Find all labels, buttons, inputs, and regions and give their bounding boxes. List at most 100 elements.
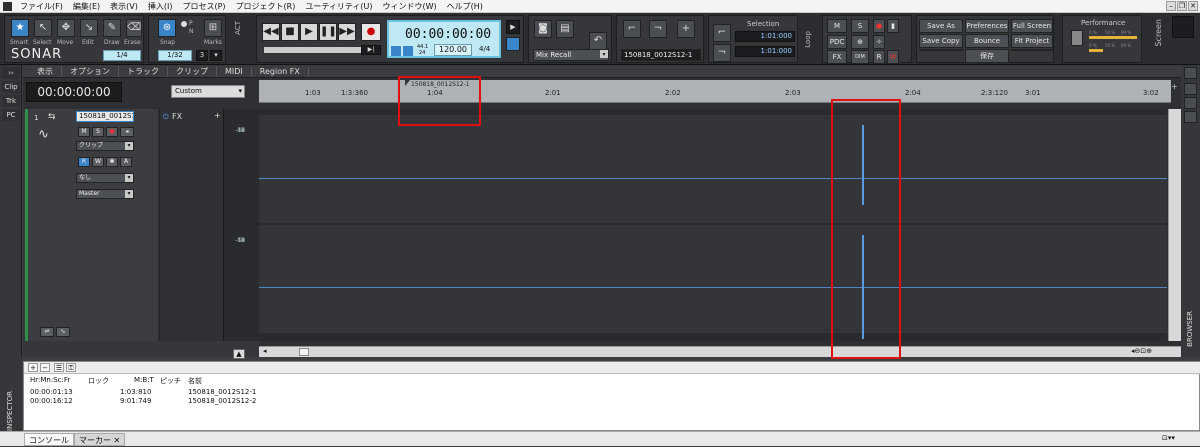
now-time-display[interactable]: 00:00:00:00 44.1 24 120.00 4/4 <box>387 20 501 58</box>
close-icon[interactable]: ✕ <box>114 436 121 445</box>
loop-mode-icon[interactable] <box>403 46 413 56</box>
solo-button[interactable]: S <box>92 127 104 137</box>
play-button[interactable]: ▶ <box>300 23 318 41</box>
menu-view[interactable]: 表示(V) <box>105 1 143 12</box>
document-icon[interactable]: ▤ <box>556 20 574 38</box>
mix-recall-select[interactable]: Mix Recall ▾ <box>533 49 609 61</box>
go-to-end-icon[interactable]: ▶| <box>361 45 381 55</box>
save-button[interactable]: 保存 <box>965 49 1009 63</box>
solo-all-button[interactable]: S <box>851 19 869 33</box>
col-name[interactable]: 名前 <box>188 376 202 386</box>
menu-project[interactable]: プロジェクト(R) <box>231 1 301 12</box>
marker-list-icon[interactable]: ☰ <box>54 363 64 372</box>
scroll-left-icon[interactable]: ◂ <box>263 347 267 355</box>
horizontal-scrollbar[interactable]: ◂ ◂⊖⊡⊕ <box>259 346 1181 357</box>
input-select[interactable]: なし ▾ <box>76 173 134 183</box>
col-pitch[interactable]: ピッチ <box>160 376 181 386</box>
folder-icon[interactable] <box>1184 83 1197 95</box>
meter-icon[interactable]: ▮ <box>887 19 899 33</box>
time-ruler[interactable]: 1:03 1:3:360 1:04 2:01 2:02 2:03 2:04 2:… <box>259 80 1171 103</box>
menu-window[interactable]: ウィンドウ(W) <box>378 1 442 12</box>
output-select[interactable]: Master ▾ <box>76 189 134 199</box>
track-tab[interactable]: Trk <box>2 95 20 107</box>
track-preset-select[interactable]: Custom ▾ <box>171 85 245 98</box>
input-echo-icon[interactable]: ◂ <box>120 127 134 137</box>
col-mbt[interactable]: M:B:T <box>134 376 154 384</box>
screenset-icon[interactable] <box>1172 16 1194 38</box>
marks-icon[interactable]: ⊞ <box>204 19 222 37</box>
automation-icon[interactable]: ✧ <box>873 35 885 49</box>
record-button[interactable]: ● <box>361 23 381 41</box>
transport-toggle-icon[interactable] <box>506 37 520 51</box>
menu-file[interactable]: ファイル(F) <box>15 1 68 12</box>
preferences-button[interactable]: Preferences <box>965 19 1009 33</box>
restore-button[interactable]: ❐ <box>1177 1 1187 11</box>
fast-forward-button[interactable]: ▶▶ <box>338 23 356 41</box>
tool-resolution-field[interactable]: 1/4 <box>103 50 141 61</box>
fx-bin[interactable]: ⏻ FX + <box>159 109 223 341</box>
menu-insert[interactable]: 挿入(I) <box>143 1 178 12</box>
tab-markers[interactable]: マーカー ✕ <box>74 433 126 446</box>
browser-collapse-icon[interactable] <box>1184 67 1197 79</box>
fx-button[interactable]: FX <box>827 50 847 64</box>
pencil-icon[interactable] <box>1184 97 1197 109</box>
mute-all-button[interactable]: M <box>827 19 847 33</box>
draw-tool-button[interactable]: ✎ <box>103 19 121 37</box>
fx-power-icon[interactable]: ⏻ <box>163 113 169 122</box>
full-screen-button[interactable]: Full Screen <box>1011 19 1053 33</box>
stop-button[interactable]: ■ <box>281 23 299 41</box>
tv-menu-region-fx[interactable]: Region FX <box>252 66 309 76</box>
tv-menu-options[interactable]: オプション <box>62 65 119 77</box>
ruler-add-icon[interactable]: + <box>1171 82 1181 102</box>
track-mode-select[interactable]: クリップ ▾ <box>76 141 134 151</box>
track-icon[interactable]: ⇆ <box>48 112 56 122</box>
export-blank-button-2[interactable] <box>1011 49 1053 51</box>
inspector-label[interactable]: INSPECTOR <box>6 391 14 431</box>
tv-menu-track[interactable]: トラック <box>119 65 168 77</box>
clips-pane[interactable] <box>259 109 1167 341</box>
zoom-icon[interactable]: ◂⊖⊡⊕ <box>1131 347 1152 355</box>
select-end-icon[interactable]: ¬ <box>713 44 731 62</box>
pdc-button[interactable]: PDC <box>827 35 847 49</box>
close-button[interactable]: ✕ <box>1188 1 1198 11</box>
erase-tool-button[interactable]: ⌫ <box>126 19 142 37</box>
archive-button[interactable]: A <box>120 157 132 167</box>
tv-menu-clip[interactable]: クリップ <box>168 65 217 77</box>
menu-edit[interactable]: 編集(E) <box>68 1 105 12</box>
transport-arrow-icon[interactable]: ▶ <box>506 20 520 34</box>
tv-menu-midi[interactable]: MIDI <box>217 66 252 76</box>
selection-start[interactable]: 1:01:000 <box>735 31 795 42</box>
menu-help[interactable]: ヘルプ(H) <box>442 1 488 12</box>
tab-console[interactable]: コンソール <box>24 433 74 446</box>
punch-icon[interactable] <box>391 46 401 56</box>
collapse-icon[interactable]: ›› <box>2 67 20 79</box>
select-tool-button[interactable]: ↖ <box>34 19 52 37</box>
tempo-field[interactable]: 120.00 <box>434 44 472 56</box>
col-lock[interactable]: ロック <box>88 376 109 386</box>
midi-icon[interactable]: ⊕ <box>851 35 869 49</box>
record-arm-button[interactable]: ● <box>106 127 118 137</box>
move-tool-button[interactable]: ✥ <box>57 19 75 37</box>
track-header[interactable]: 1 ⇆ 150818_0012S12 ∿ M S ● ◂ クリップ ▾ R W ✱… <box>25 109 157 341</box>
export-blank-button[interactable] <box>919 49 963 51</box>
browser-label[interactable]: BROWSER <box>1186 311 1194 347</box>
fx-add-icon[interactable]: + <box>214 111 221 120</box>
tab-menu-icon[interactable]: ⊡▾▾ <box>1162 434 1175 442</box>
lock-icon[interactable]: ⚿ <box>66 363 76 372</box>
bounce-button[interactable]: Bounce <box>965 34 1009 48</box>
track-settings-icon[interactable]: ⇌ <box>40 327 54 337</box>
undo-icon[interactable]: ↶ <box>589 32 607 50</box>
automation-star-icon[interactable]: ✱ <box>106 157 118 167</box>
expand-icon[interactable]: ▲ <box>233 349 245 359</box>
snap-toggle-icon[interactable]: ⊛ <box>158 19 176 37</box>
tv-menu-view[interactable]: 表示 <box>23 65 62 77</box>
grid-icon[interactable] <box>1184 111 1197 123</box>
track-name-field[interactable]: 150818_0012S12 <box>76 111 134 122</box>
read-automation-button[interactable]: R <box>78 157 90 167</box>
minimize-button[interactable]: – <box>1166 1 1176 11</box>
dim-button[interactable]: DIM <box>851 50 869 64</box>
rewind-button[interactable]: ◀◀ <box>262 23 280 41</box>
snap-resolution-field[interactable]: 1/32 <box>158 50 192 61</box>
edit-tool-button[interactable]: ↘ <box>80 19 98 37</box>
prev-marker-icon[interactable]: ⌐ <box>623 20 641 38</box>
